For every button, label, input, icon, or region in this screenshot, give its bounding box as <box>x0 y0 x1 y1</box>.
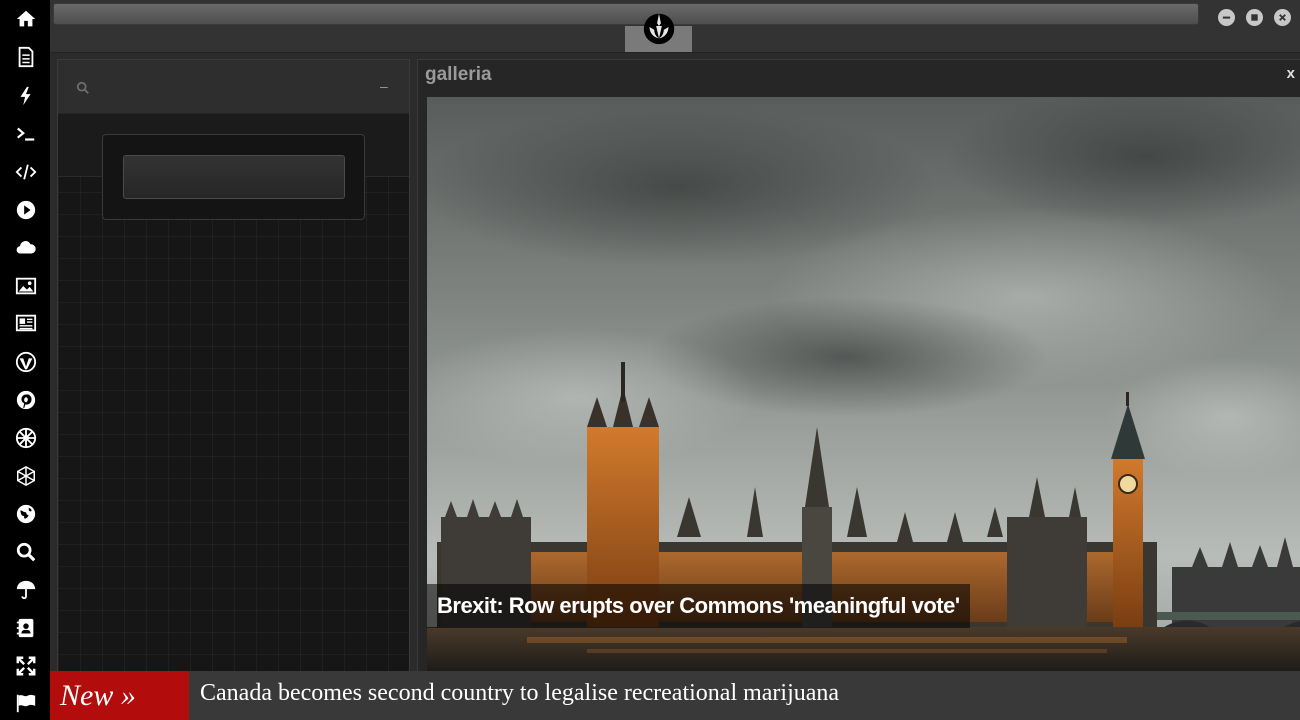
code-icon[interactable] <box>13 159 39 185</box>
address-bar[interactable] <box>53 3 1199 25</box>
search-box <box>102 134 365 220</box>
terminal-icon[interactable] <box>13 121 39 147</box>
globe-wire-icon[interactable] <box>13 463 39 489</box>
panel-minimize-button[interactable]: – <box>380 78 388 94</box>
galleria-title: galleria <box>425 64 492 85</box>
play-icon[interactable] <box>13 197 39 223</box>
flag-icon[interactable] <box>13 690 39 716</box>
galleria-panel: galleria x Brexit: Row erupts over Commo… <box>417 59 1300 673</box>
ticker-new-label[interactable]: New » <box>50 671 189 720</box>
search-panel: – <box>57 59 410 673</box>
newspaper-icon[interactable] <box>13 310 39 336</box>
ticker-headline[interactable]: Canada becomes second country to legalis… <box>200 680 839 707</box>
cloud-icon[interactable] <box>13 235 39 261</box>
galleria-image[interactable]: Brexit: Row erupts over Commons 'meaning… <box>427 97 1300 671</box>
globe-icon[interactable] <box>13 501 39 527</box>
rebel-alliance-icon <box>640 8 678 46</box>
home-icon[interactable] <box>13 6 39 32</box>
galleria-close-button[interactable]: x <box>1287 65 1295 82</box>
search-panel-header: – <box>58 60 409 114</box>
umbrella-icon[interactable] <box>13 577 39 603</box>
image-icon[interactable] <box>13 273 39 299</box>
galleria-caption[interactable]: Brexit: Row erupts over Commons 'meaning… <box>427 584 970 628</box>
top-bar <box>50 0 1300 53</box>
empire-icon[interactable] <box>13 425 39 451</box>
contact-icon[interactable] <box>13 615 39 641</box>
search-input[interactable] <box>123 155 345 199</box>
fullscreen-icon[interactable] <box>13 653 39 679</box>
news-ticker: New » Canada becomes second country to l… <box>50 671 1300 720</box>
app-sidebar <box>0 0 50 720</box>
pinterest-icon[interactable] <box>13 387 39 413</box>
maximize-icon[interactable] <box>1246 9 1263 26</box>
bolt-icon[interactable] <box>13 83 39 109</box>
search-icon[interactable] <box>76 81 90 95</box>
search-icon[interactable] <box>13 539 39 565</box>
document-icon[interactable] <box>13 44 39 70</box>
wordpress-icon[interactable] <box>13 349 39 375</box>
minimize-icon[interactable] <box>1218 9 1235 26</box>
close-icon[interactable] <box>1274 9 1291 26</box>
